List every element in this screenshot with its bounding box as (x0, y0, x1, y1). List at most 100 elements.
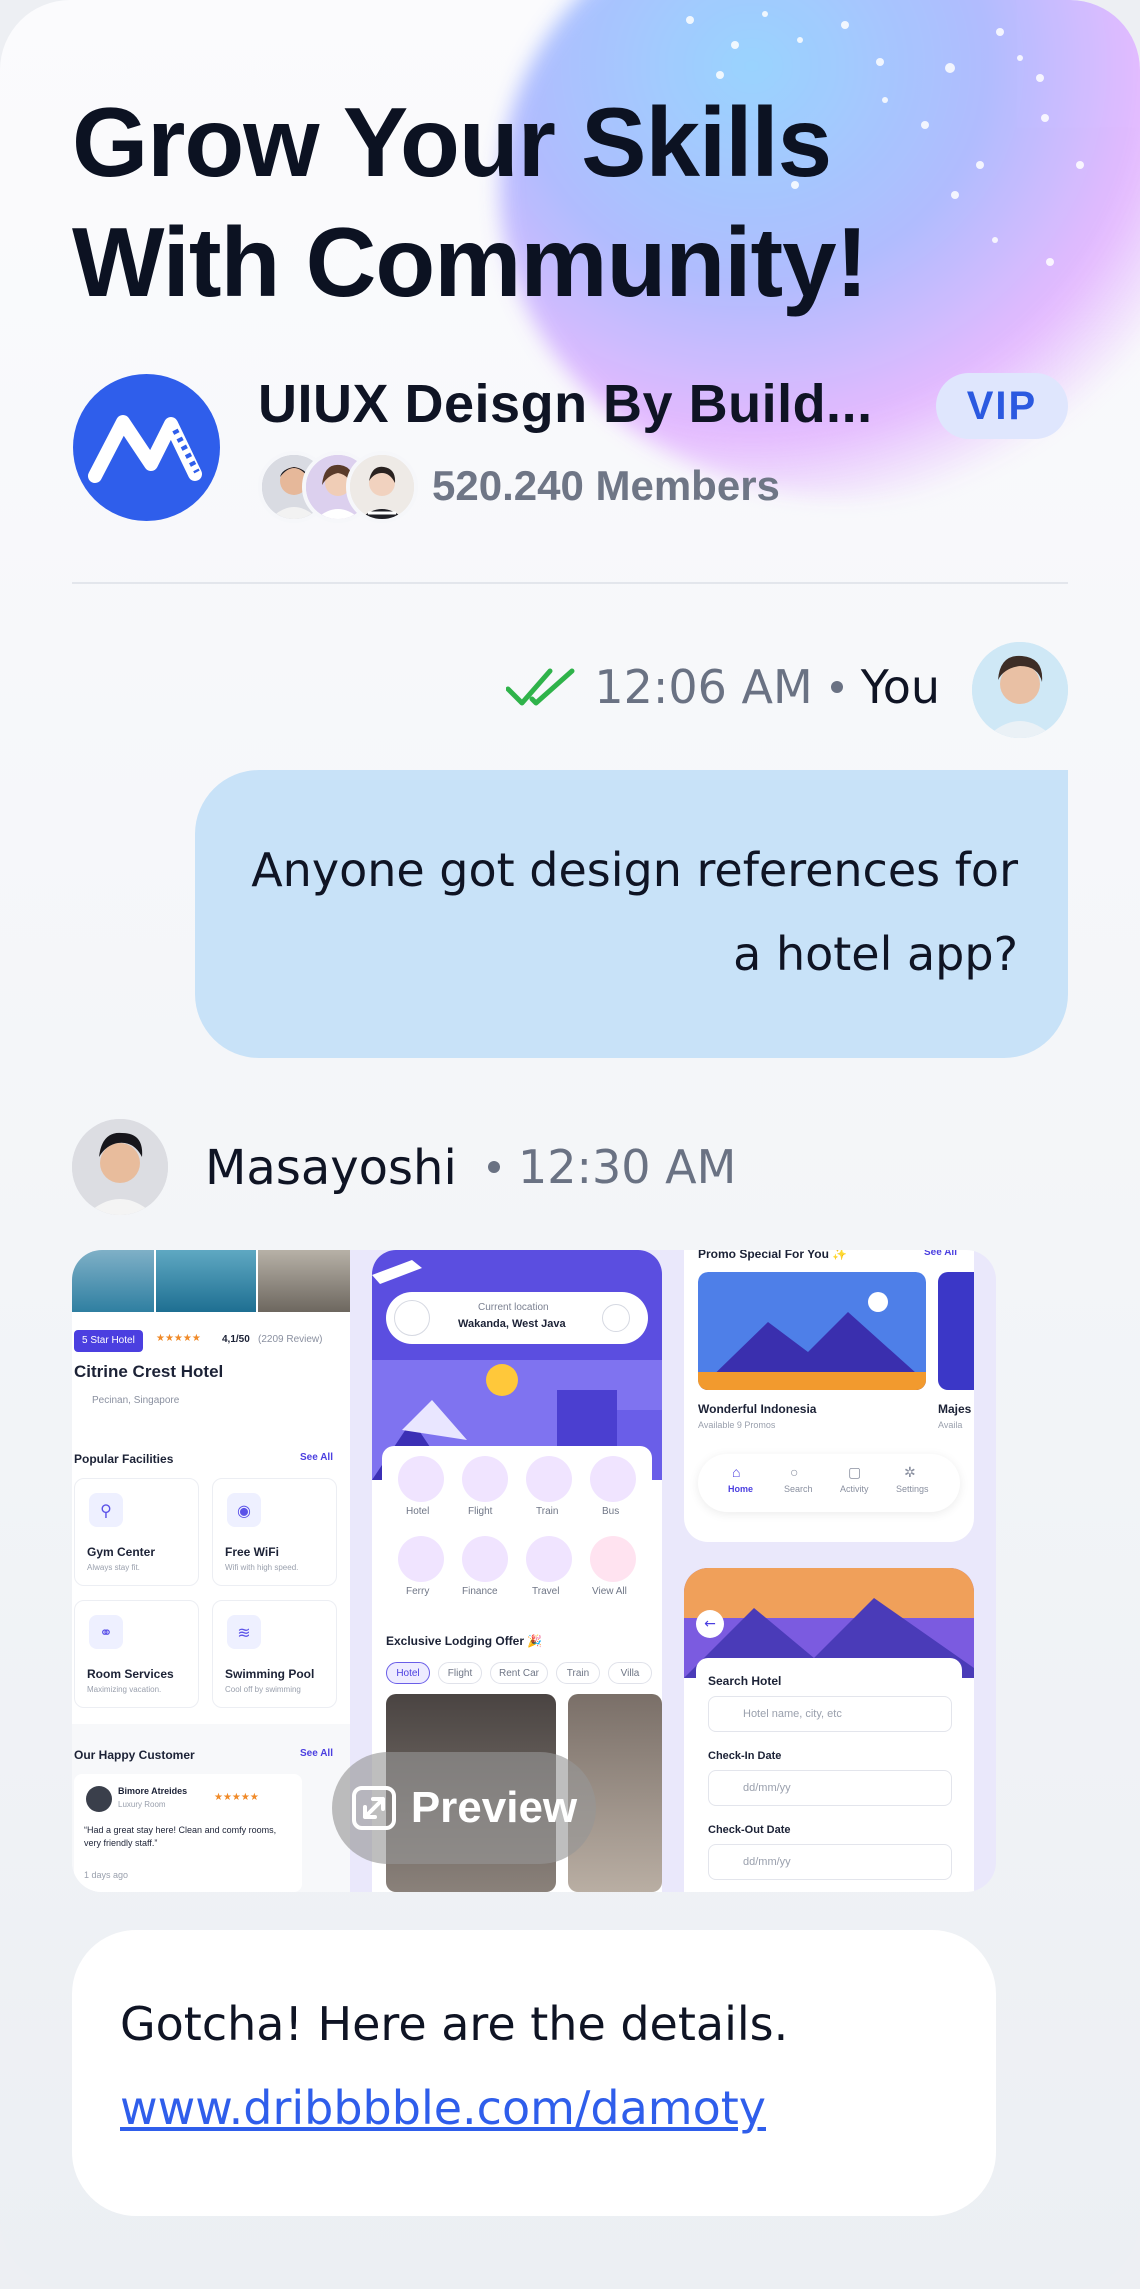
back-arrow-icon: ← (696, 1610, 724, 1638)
facility-card: ◉ Free WiFi Wifi with high speed. (212, 1478, 337, 1586)
facility-desc: Wifi with high speed. (225, 1563, 299, 1572)
hotel-search-field: Hotel name, city, etc (708, 1696, 952, 1732)
double-check-icon (506, 668, 575, 706)
nav-home: Home (728, 1484, 754, 1494)
facility-name: Swimming Pool (225, 1667, 315, 1681)
promo-title: Promo Special For You ✨ (698, 1250, 848, 1261)
category-label: Ferry (406, 1586, 430, 1597)
filter-tab-hotel: Hotel (386, 1662, 430, 1684)
promo-card-title: Wonderful Indonesia (698, 1402, 817, 1416)
preview-button[interactable]: Preview (332, 1752, 596, 1864)
chat-screen: Grow Your Skills With Community! UIUX De… (0, 0, 1140, 2289)
facility-name: Gym Center (87, 1545, 156, 1559)
promo-card2-title: Majes (938, 1402, 972, 1416)
bell-icon (602, 1304, 630, 1332)
preview-screen-search: ← Search Hotel Hotel name, city, etc Che… (684, 1568, 974, 1892)
facility-desc: Always stay fit. (87, 1563, 140, 1572)
checkout-label: Check-Out Date (708, 1824, 791, 1836)
expand-icon (351, 1786, 396, 1830)
message2-meta: 12:30 AM (488, 1140, 736, 1194)
divider (72, 582, 1068, 584)
group-logo[interactable] (73, 374, 220, 521)
customer-name: Bimore Atreides (118, 1786, 188, 1796)
message1-time: 12:06 AM (594, 660, 813, 714)
facility-card: ≋ Swimming Pool Cool off by swimming (212, 1600, 337, 1708)
message1-bubble[interactable]: Anyone got design references for a hotel… (195, 770, 1068, 1058)
location-value: Wakanda, West Java (458, 1318, 566, 1330)
bottom-nav (698, 1454, 960, 1512)
member-avatars[interactable] (258, 451, 418, 523)
preview-label: Preview (410, 1783, 578, 1832)
customer-see-all: See All (300, 1748, 333, 1759)
group-logo-icon (88, 415, 202, 483)
masayoshi-avatar[interactable] (72, 1119, 168, 1215)
category-icon (398, 1536, 444, 1582)
category-label: Train (536, 1506, 559, 1517)
category-label: Hotel (406, 1506, 430, 1517)
category-label: Travel (532, 1586, 560, 1597)
filter-tab: Rent Car (490, 1662, 548, 1684)
facility-card: ⚲ Gym Center Always stay fit. (74, 1478, 199, 1586)
profile-icon (394, 1300, 430, 1336)
promo-card2-sub: Availa (938, 1420, 963, 1430)
category-icon (590, 1456, 636, 1502)
message3-text: Gotcha! Here are the details. (120, 1997, 789, 2051)
title-line-2: With Community! (72, 207, 868, 317)
separator-dot (830, 681, 843, 693)
facility-desc: Maximizing vacation. (87, 1685, 162, 1694)
message2-time: 12:30 AM (518, 1140, 737, 1194)
nav-search: Search (784, 1484, 813, 1494)
filter-tab: Train (556, 1662, 600, 1684)
customer-quote: “Had a great stay here! Clean and comfy … (84, 1825, 277, 1848)
customer-avatar (86, 1786, 112, 1812)
member-avatar-3 (346, 451, 418, 523)
checkout-field: dd/mm/yy (708, 1844, 952, 1880)
category-label: Bus (602, 1506, 620, 1517)
category-icon (398, 1456, 444, 1502)
category-icon (526, 1456, 572, 1502)
category-icon (590, 1536, 636, 1582)
preview-screen-hotel-detail: 5 Star Hotel ★★★★★ 4,1/50 (2209 Review) … (72, 1250, 350, 1892)
vip-badge: VIP (936, 373, 1068, 439)
location-label: Current location (478, 1302, 549, 1313)
customer-stars: ★★★★★ (214, 1792, 259, 1803)
rating-stars: ★★★★★ (156, 1333, 201, 1344)
members-count: 520.240 Members (432, 462, 780, 509)
category-icon (462, 1536, 508, 1582)
category-label: Flight (468, 1506, 493, 1517)
category-label: View All (592, 1586, 627, 1597)
rating-reviews: (2209 Review) (258, 1334, 323, 1345)
customer-ago: 1 days ago (84, 1870, 129, 1880)
home-icon: ⌂ (732, 1464, 741, 1480)
facility-name: Free WiFi (225, 1545, 279, 1559)
wifi-icon: ◉ (227, 1493, 261, 1527)
category-label: Finance (462, 1586, 498, 1597)
message3-link[interactable]: www.dribbbble.com/damoty (120, 2066, 948, 2150)
settings-icon: ✲ (904, 1464, 916, 1480)
facility-card: ⚭ Room Services Maximizing vacation. (74, 1600, 199, 1708)
room-service-icon: ⚭ (89, 1615, 123, 1649)
hotel-badge: 5 Star Hotel (74, 1330, 143, 1352)
promo-image (698, 1272, 926, 1390)
filter-tab: Villa (608, 1662, 652, 1684)
search-icon: ○ (790, 1464, 799, 1480)
customer-title: Our Happy Customer (74, 1748, 195, 1762)
activity-icon: ▢ (848, 1464, 862, 1480)
rating-value: 4,1/50 (222, 1334, 250, 1345)
message1-sender: You (860, 660, 940, 714)
pool-icon: ≋ (227, 1615, 261, 1649)
message3-bubble[interactable]: Gotcha! Here are the details. www.dribbb… (72, 1930, 996, 2216)
facility-name: Room Services (87, 1667, 174, 1681)
nav-settings: Settings (896, 1484, 929, 1494)
facilities-title: Popular Facilities (74, 1452, 174, 1466)
group-name[interactable]: UIUX Deisgn By Build... (258, 373, 873, 435)
customer-room: Luxury Room (118, 1800, 166, 1809)
gym-icon: ⚲ (89, 1493, 123, 1527)
hotel-name: Citrine Crest Hotel (74, 1362, 224, 1381)
message2-sender: Masayoshi (205, 1140, 457, 1196)
offer-title: Exclusive Lodging Offer 🎉 (386, 1634, 543, 1648)
facilities-see-all: See All (300, 1452, 333, 1463)
category-icon (462, 1456, 508, 1502)
facility-desc: Cool off by swimming (225, 1685, 301, 1694)
my-avatar[interactable] (972, 642, 1068, 738)
